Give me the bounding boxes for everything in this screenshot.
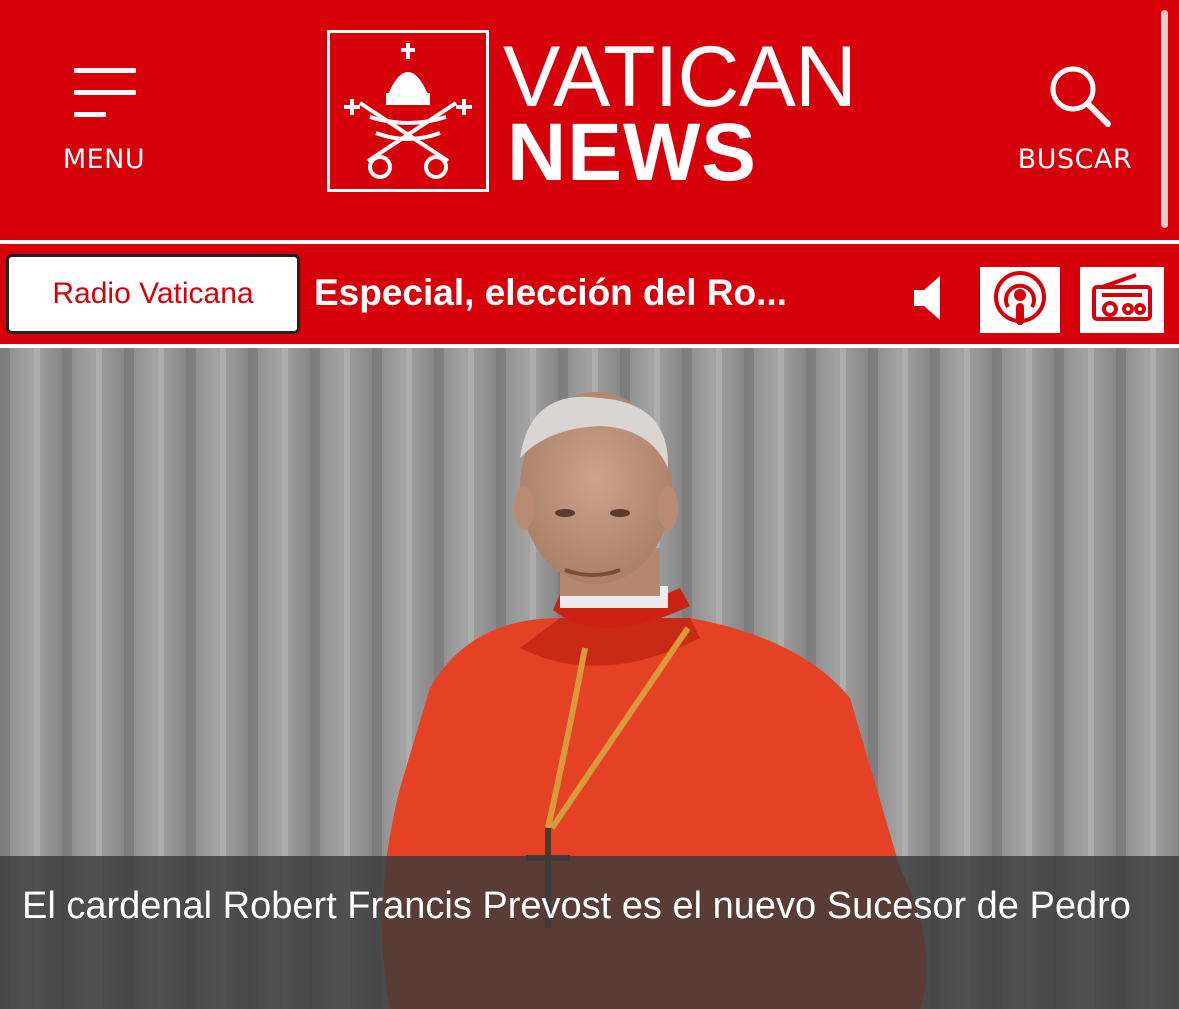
radio-vaticana-button[interactable]: Radio Vaticana (6, 254, 300, 334)
speaker-button[interactable] (910, 274, 952, 322)
menu-label: MENU (62, 144, 146, 175)
scrollbar[interactable] (1161, 10, 1168, 228)
search-icon (1050, 66, 1111, 127)
site-header: MENU VATICAN NEWS BUSCAR (0, 0, 1179, 240)
headline-overlay: El cardenal Robert Francis Prevost es el… (0, 856, 1179, 1009)
hamburger-icon (74, 64, 138, 120)
podcast-icon (994, 271, 1046, 325)
menu-button[interactable]: MENU (52, 56, 156, 186)
radio-player-bar: Radio Vaticana Especial, elección del Ro… (0, 244, 1179, 344)
search-label: BUSCAR (1017, 144, 1133, 175)
article-headline[interactable]: El cardenal Robert Francis Prevost es el… (22, 880, 1142, 932)
hero-article[interactable]: El cardenal Robert Francis Prevost es el… (0, 348, 1179, 1009)
radio-icon (1092, 273, 1152, 321)
speaker-icon (914, 276, 940, 320)
podcast-button[interactable] (980, 267, 1060, 333)
vatican-news-logo[interactable]: VATICAN NEWS (327, 30, 857, 194)
radio-set-button[interactable] (1080, 267, 1164, 333)
search-button[interactable]: BUSCAR (1010, 56, 1140, 186)
now-playing-title[interactable]: Especial, elección del Ro... (314, 272, 787, 314)
papal-keys-emblem-icon (327, 30, 489, 192)
logo-text-news: NEWS (507, 107, 757, 198)
